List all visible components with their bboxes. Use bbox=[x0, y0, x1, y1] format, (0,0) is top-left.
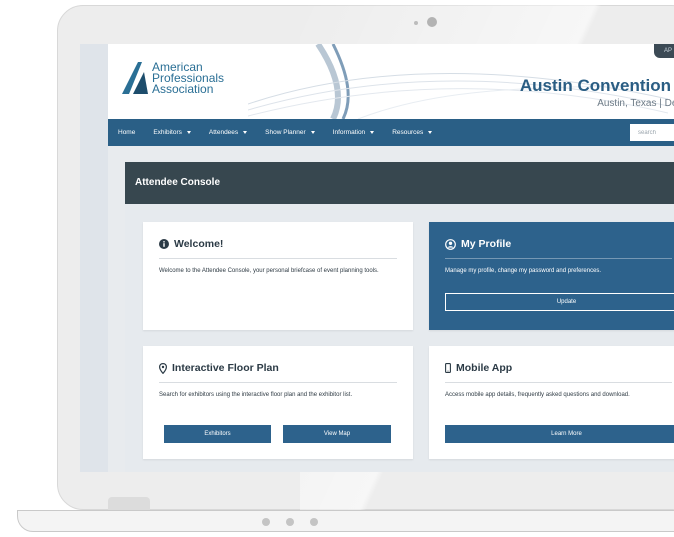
welcome-title: Welcome! bbox=[174, 238, 224, 250]
camera bbox=[427, 17, 437, 27]
nav-show-planner-label: Show Planner bbox=[265, 129, 306, 136]
nav-exhibitors[interactable]: Exhibitors bbox=[153, 129, 191, 136]
nav-home-label: Home bbox=[118, 129, 136, 136]
main-content: Attendee Console Welcome! Welcome to the… bbox=[108, 146, 674, 472]
profile-text: Manage my profile, change my password an… bbox=[445, 268, 602, 274]
laptop-screen: American Professionals Association AP Au… bbox=[80, 44, 674, 472]
nav-attendees-label: Attendees bbox=[208, 129, 239, 136]
learn-more-button[interactable]: Learn More bbox=[445, 425, 674, 443]
nav-information-label: Information bbox=[332, 129, 366, 136]
site-header: American Professionals Association AP Au… bbox=[108, 44, 674, 119]
divider bbox=[445, 258, 672, 259]
mobile-title: Mobile App bbox=[456, 362, 513, 374]
website: American Professionals Association AP Au… bbox=[108, 44, 674, 472]
nav-resources-label: Resources bbox=[392, 129, 424, 136]
indicator-dot bbox=[286, 518, 294, 526]
welcome-text: Welcome to the Attendee Console, your pe… bbox=[159, 268, 379, 274]
map-marker-icon bbox=[159, 362, 167, 374]
main-nav: Home Exhibitors Attendees Show Planner I… bbox=[108, 119, 674, 146]
console-panel: Welcome! Welcome to the Attendee Console… bbox=[125, 204, 674, 472]
floorplan-text: Search for exhibitors using the interact… bbox=[159, 392, 353, 398]
chevron-down-icon bbox=[370, 131, 375, 134]
search-input[interactable] bbox=[630, 124, 674, 141]
floorplan-title-row: Interactive Floor Plan bbox=[159, 362, 397, 374]
divider bbox=[445, 382, 672, 383]
mobile-title-row: Mobile App bbox=[445, 362, 672, 374]
nav-information[interactable]: Information bbox=[333, 129, 375, 136]
welcome-title-row: Welcome! bbox=[159, 238, 397, 250]
chevron-down-icon bbox=[243, 131, 248, 134]
welcome-card: Welcome! Welcome to the Attendee Console… bbox=[143, 222, 413, 330]
divider bbox=[159, 258, 397, 259]
mobile-text: Access mobile app details, frequently as… bbox=[445, 392, 630, 398]
venue-info: Austin Convention C Austin, Texas | Dece bbox=[520, 76, 674, 109]
chevron-down-icon bbox=[428, 131, 433, 134]
profile-title: My Profile bbox=[461, 238, 512, 250]
logo-line-3: Association bbox=[152, 81, 214, 96]
logo-mark-icon bbox=[122, 62, 148, 94]
association-logo[interactable]: American Professionals Association bbox=[120, 60, 224, 96]
floorplan-card: Interactive Floor Plan Search for exhibi… bbox=[143, 346, 413, 459]
update-button[interactable]: Update bbox=[445, 293, 674, 311]
trackpad-notch bbox=[108, 497, 150, 511]
chevron-down-icon bbox=[186, 131, 191, 134]
venue-title: Austin Convention C bbox=[519, 76, 674, 95]
mobile-phone-icon bbox=[445, 363, 451, 373]
nav-attendees[interactable]: Attendees bbox=[208, 129, 248, 136]
base-indicator-dots bbox=[262, 518, 318, 526]
nav-show-planner[interactable]: Show Planner bbox=[265, 129, 315, 136]
chevron-down-icon bbox=[310, 131, 315, 134]
screen-margin bbox=[80, 44, 108, 472]
floorplan-title: Interactive Floor Plan bbox=[172, 362, 279, 374]
divider bbox=[159, 382, 397, 383]
profile-card: My Profile Manage my profile, change my … bbox=[429, 222, 674, 330]
nav-resources[interactable]: Resources bbox=[392, 129, 433, 136]
indicator-dot bbox=[310, 518, 318, 526]
venue-subtitle: Austin, Texas | Dece bbox=[597, 98, 674, 109]
laptop-base bbox=[17, 510, 674, 532]
logo-text: American Professionals Association bbox=[152, 61, 224, 96]
profile-title-row: My Profile bbox=[445, 238, 672, 250]
nav-exhibitors-label: Exhibitors bbox=[153, 129, 182, 136]
info-circle-icon bbox=[159, 239, 169, 249]
page-title: Attendee Console bbox=[125, 162, 674, 204]
exhibitors-button[interactable]: Exhibitors bbox=[164, 425, 271, 443]
view-map-button[interactable]: View Map bbox=[283, 425, 391, 443]
header-tab[interactable]: AP bbox=[654, 44, 674, 58]
nav-home[interactable]: Home bbox=[118, 129, 135, 136]
mobile-app-card: Mobile App Access mobile app details, fr… bbox=[429, 346, 674, 459]
user-circle-icon bbox=[445, 238, 456, 250]
laptop-mockup: American Professionals Association AP Au… bbox=[0, 0, 674, 537]
indicator-dot bbox=[262, 518, 270, 526]
camera-sensor bbox=[414, 21, 418, 25]
